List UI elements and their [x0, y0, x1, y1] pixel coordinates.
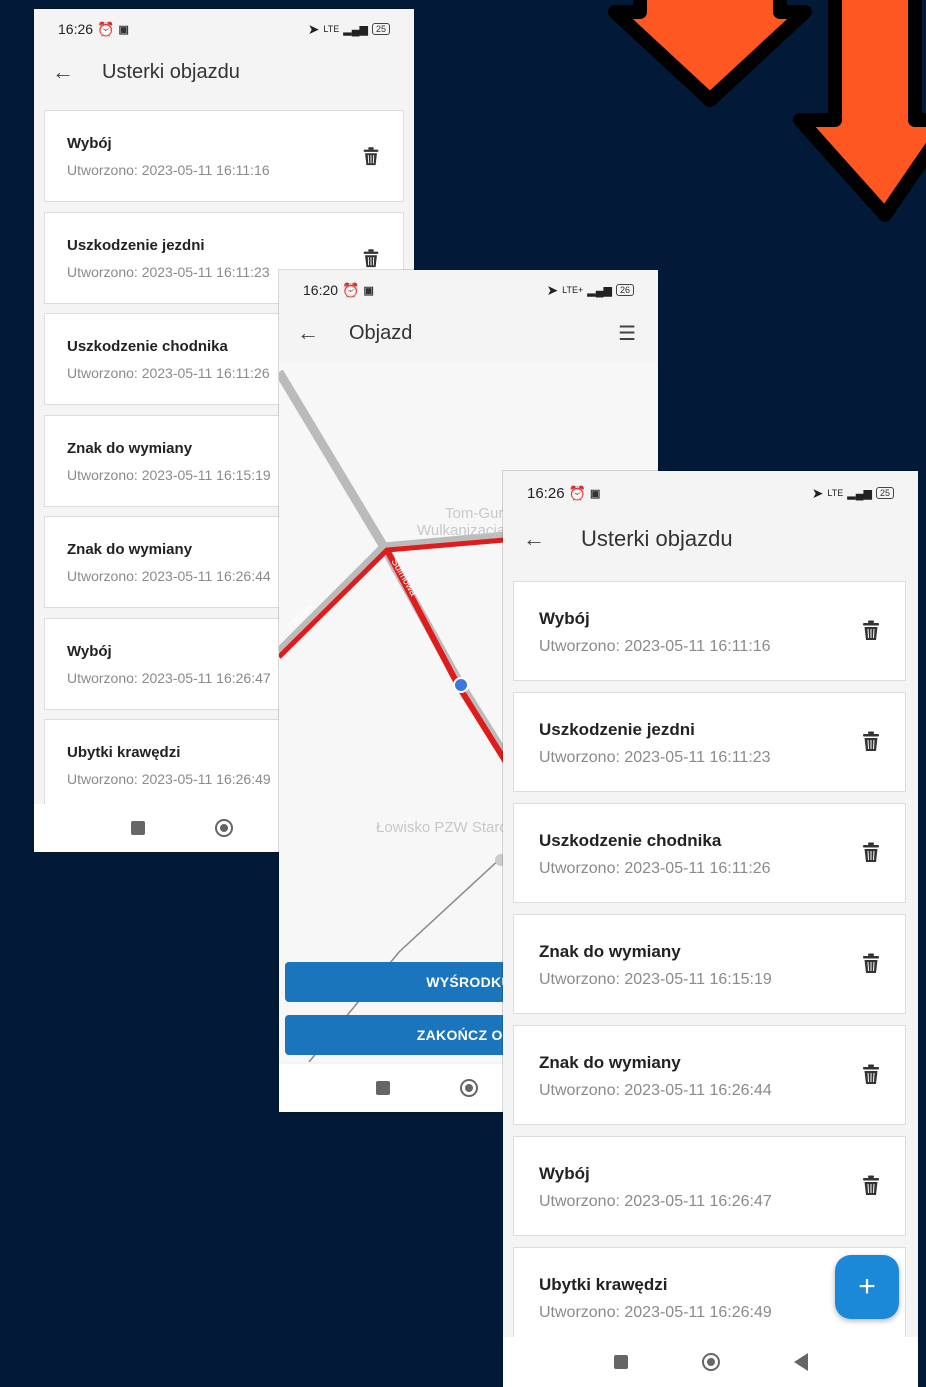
defect-title: Uszkodzenie chodnika — [539, 831, 722, 850]
defect-title: Ubytki krawędzi — [67, 744, 181, 761]
add-defect-button[interactable]: + — [835, 1255, 899, 1319]
recents-nav-icon[interactable] — [375, 1081, 390, 1095]
list-item[interactable]: Uszkodzenie chodnika Utworzono: 2023-05-1… — [513, 803, 906, 903]
alarm-icon: ⏰ — [568, 484, 586, 501]
battery-icon: 26 — [615, 284, 634, 296]
recents-nav-icon[interactable] — [131, 821, 145, 835]
page-title: Usterki objazdu — [102, 60, 240, 83]
signal-icon: ▂▄▆ — [343, 23, 368, 36]
location-icon: ➤ — [307, 20, 320, 37]
defect-title: Wybój — [539, 609, 590, 628]
defect-created-date: Utworzono: 2023-05-11 16:11:16 — [539, 638, 771, 655]
network-label: LTE — [323, 24, 340, 34]
list-item[interactable]: Wybój Utworzono: 2023-05-11 16:11:16 — [513, 581, 906, 681]
defect-created-date: Utworzono: 2023-05-11 16:26:47 — [67, 669, 271, 686]
map-label-poi: Łowisko PZW Staro — [376, 819, 508, 836]
defect-title: Znak do wymiany — [67, 541, 193, 558]
status-bar: 16:20 ⏰ ▣ ➤ LTE+ ▂▄▆ 26 — [279, 270, 658, 310]
top-app-bar: ← Usterki objazdu — [34, 53, 414, 91]
delete-trash-icon[interactable] — [859, 729, 883, 758]
signal-icon: ▂▄▆ — [847, 487, 872, 500]
location-icon: ➤ — [546, 281, 559, 298]
battery-icon: 25 — [875, 487, 894, 499]
delete-trash-icon[interactable] — [859, 618, 883, 647]
top-app-bar: ← Usterki objazdu — [503, 519, 918, 559]
teams-icon: ▣ — [363, 284, 374, 297]
back-arrow-icon[interactable]: ← — [297, 320, 319, 346]
defect-title: Znak do wymiany — [67, 439, 193, 457]
back-arrow-icon[interactable]: ← — [52, 59, 74, 85]
teams-icon: ▣ — [589, 487, 601, 500]
top-app-bar: ← Objazd ☰ — [279, 314, 658, 352]
system-nav-bar — [503, 1337, 918, 1387]
defect-created-date: Utworzono: 2023-05-11 16:26:49 — [539, 1304, 772, 1321]
defect-created-date: Utworzono: 2023-05-11 16:11:16 — [67, 162, 270, 178]
defect-created-date: Utworzono: 2023-05-11 16:26:49 — [67, 771, 271, 787]
down-arrow-icon — [793, 0, 926, 222]
page-title: Usterki objazdu — [581, 526, 733, 551]
defect-created-date: Utworzono: 2023-05-11 16:11:23 — [539, 749, 771, 766]
defect-title: Uszkodzenie jezdni — [67, 236, 205, 254]
back-arrow-icon[interactable]: ← — [523, 526, 545, 552]
signal-icon: ▂▄▆ — [587, 284, 612, 297]
defect-created-date: Utworzono: 2023-05-11 16:11:23 — [67, 263, 270, 280]
network-label: LTE+ — [562, 285, 584, 295]
delete-trash-icon[interactable] — [360, 145, 382, 172]
defect-title: Uszkodzenie jezdni — [539, 720, 695, 739]
map-label-street: Wulkanizacja — [417, 522, 506, 539]
status-bar: 16:26 ⏰ ▣ ➤ LTE ▂▄▆ 25 — [34, 9, 414, 49]
defect-title: Znak do wymiany — [539, 1053, 681, 1072]
delete-trash-icon[interactable] — [859, 1062, 883, 1091]
defect-created-date: Utworzono: 2023-05-11 16:26:47 — [539, 1193, 772, 1210]
status-time: 16:26 — [527, 484, 565, 502]
recents-nav-icon[interactable] — [613, 1355, 628, 1369]
delete-trash-icon[interactable] — [859, 1173, 883, 1202]
defect-created-date: Utworzono: 2023-05-11 16:26:44 — [539, 1082, 772, 1099]
defect-title: Wybój — [539, 1164, 590, 1183]
location-icon: ➤ — [811, 484, 824, 501]
home-nav-icon[interactable] — [701, 1353, 720, 1371]
defect-created-date: Utworzono: 2023-05-11 16:11:26 — [67, 365, 270, 381]
list-item[interactable]: Znak do wymiany Utworzono: 2023-05-11 16:… — [513, 1025, 906, 1125]
alarm-icon: ⏰ — [342, 281, 360, 298]
list-item[interactable]: Wybój Utworzono: 2023-05-11 16:26:47 — [513, 1136, 906, 1236]
home-nav-icon[interactable] — [215, 819, 233, 837]
page-title: Objazd — [349, 321, 413, 344]
list-item[interactable]: Uszkodzenie jezdni Utworzono: 2023-05-11 … — [513, 692, 906, 792]
phone-screen-defects-list: 16:26 ⏰ ▣ ➤ LTE ▂▄▆ 25 ← Usterki objazdu… — [503, 471, 918, 1387]
down-arrow-icon — [608, 0, 812, 107]
delete-trash-icon[interactable] — [859, 840, 883, 869]
defect-created-date: Utworzono: 2023-05-11 16:11:26 — [539, 860, 771, 877]
list-menu-icon[interactable]: ☰ — [618, 321, 636, 346]
defect-title: Wybój — [67, 642, 112, 660]
teams-icon: ▣ — [118, 23, 129, 36]
defect-title: Znak do wymiany — [539, 942, 681, 961]
defect-created-date: Utworzono: 2023-05-11 16:15:19 — [67, 466, 271, 483]
back-nav-icon[interactable] — [793, 1353, 808, 1371]
defect-created-date: Utworzono: 2023-05-11 16:15:19 — [539, 971, 772, 988]
defect-title: Ubytki krawędzi — [539, 1275, 668, 1294]
home-nav-icon[interactable] — [459, 1079, 478, 1097]
status-bar: 16:26 ⏰ ▣ ➤ LTE ▂▄▆ 25 — [503, 471, 918, 515]
list-item[interactable]: Znak do wymiany Utworzono: 2023-05-11 16:… — [513, 914, 906, 1014]
alarm-icon: ⏰ — [97, 20, 115, 37]
defect-created-date: Utworzono: 2023-05-11 16:26:44 — [67, 568, 271, 584]
status-time: 16:20 — [303, 282, 339, 298]
location-dot-icon — [453, 677, 469, 693]
map-label-place: Tom-Gur — [445, 505, 504, 522]
defect-title: Wybój — [67, 135, 112, 152]
list-item[interactable]: Wybój Utworzono: 2023-05-11 16:11:16 — [44, 110, 404, 202]
defect-title: Uszkodzenie chodnika — [67, 338, 228, 355]
network-label: LTE — [827, 488, 844, 498]
battery-icon: 25 — [371, 23, 390, 35]
status-time: 16:26 — [58, 21, 94, 37]
delete-trash-icon[interactable] — [859, 951, 883, 980]
